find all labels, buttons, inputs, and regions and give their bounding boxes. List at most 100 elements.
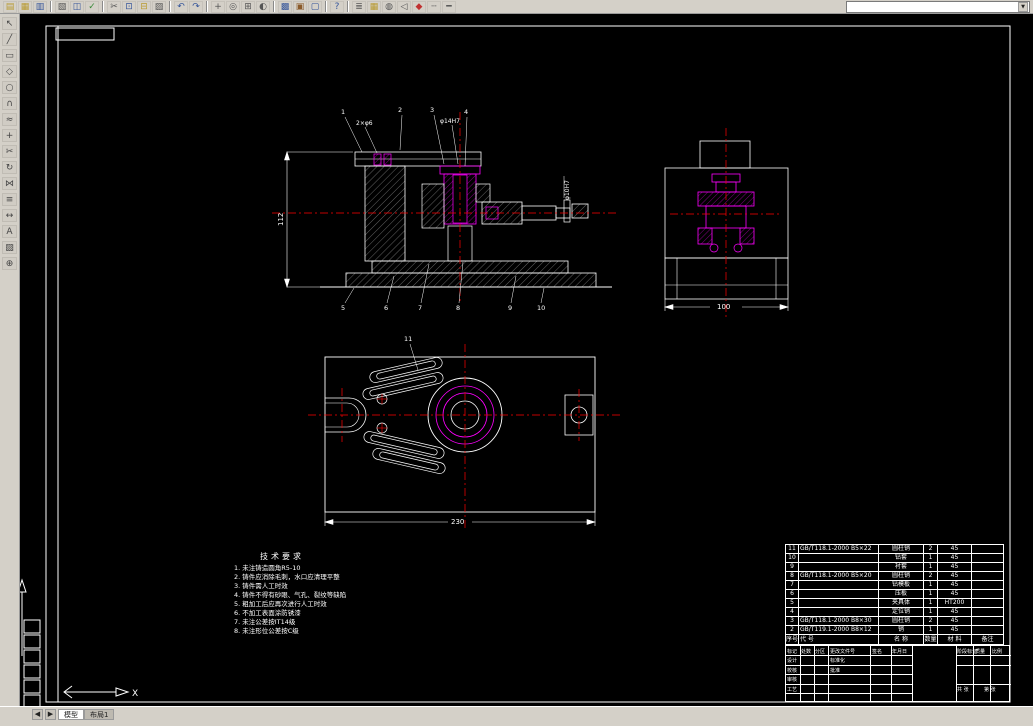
rotate-icon[interactable]: ↻: [2, 161, 17, 174]
balloon-10: 10: [537, 304, 545, 312]
parts-row: 11GB/T118.1-2000 B5×22圆柱销245: [786, 544, 1004, 553]
parts-cell-qty: 1: [924, 589, 938, 598]
lineweight-control-icon[interactable]: ━: [442, 1, 456, 13]
title-block-mark-label: 标记: [787, 648, 797, 655]
parts-cell-note: [972, 562, 1004, 571]
parts-row: 2GB/T119.1-2000 B8×12销145: [786, 625, 1004, 634]
design-center-icon[interactable]: ▣: [293, 1, 307, 13]
tab-nav-prev[interactable]: ◀: [32, 709, 43, 720]
paste-icon[interactable]: ⊟: [137, 1, 151, 13]
balloon-6: 6: [384, 304, 388, 312]
toolbar-separator: [206, 1, 208, 12]
hatch-icon[interactable]: ▨: [2, 241, 17, 254]
parts-cell-qty: 1: [924, 607, 938, 616]
parts-cell-no: 7: [786, 580, 799, 589]
parts-cell-no: 4: [786, 607, 799, 616]
layers-icon[interactable]: ≣: [352, 1, 366, 13]
parts-cell-code: [799, 598, 879, 607]
parts-cell-qty: 1: [924, 580, 938, 589]
polygon-icon[interactable]: ◇: [2, 65, 17, 78]
tab-layout1[interactable]: 布局1: [84, 709, 114, 720]
parts-cell-code: [799, 562, 879, 571]
parts-cell-name: 钻套: [879, 553, 924, 562]
make-object-layer-icon[interactable]: ◍: [382, 1, 396, 13]
parts-cell-name: 钻模板: [879, 580, 924, 589]
select-icon[interactable]: ↖: [2, 17, 17, 30]
parts-cell-qty: 2: [924, 571, 938, 580]
parts-cell-code: [799, 589, 879, 598]
chevron-down-icon[interactable]: ▼: [1018, 2, 1028, 12]
spline-icon[interactable]: ≈: [2, 113, 17, 126]
toolbar-separator: [347, 1, 349, 12]
tech-req-item: 3. 铸件需人工时效: [234, 582, 409, 591]
zoom-realtime-icon[interactable]: ◎: [226, 1, 240, 13]
title-block-change-doc-label: 更改文件号: [830, 648, 855, 655]
cut-icon[interactable]: ✂: [107, 1, 121, 13]
parts-cell-mat: 45: [938, 553, 972, 562]
line-icon[interactable]: ╱: [2, 33, 17, 46]
toolbar-separator: [273, 1, 275, 12]
color-control-icon[interactable]: ◆: [412, 1, 426, 13]
parts-cell-no: 10: [786, 553, 799, 562]
parts-cell-qty: 2: [924, 616, 938, 625]
tab-model[interactable]: 模型: [58, 709, 84, 720]
tool-palettes-icon[interactable]: ▢: [308, 1, 322, 13]
title-block-review-label: 审核: [787, 676, 797, 683]
parts-cell-name: 圆柱销: [879, 616, 924, 625]
trim-icon[interactable]: ✂: [2, 145, 17, 158]
linetype-control-icon[interactable]: ┄: [427, 1, 441, 13]
print-preview-icon[interactable]: ◫: [70, 1, 84, 13]
move-icon[interactable]: +: [2, 129, 17, 142]
rectangle-icon[interactable]: ▭: [2, 49, 17, 62]
balloon-5: 5: [341, 304, 345, 312]
front-view: 112 2×φ6 φ14H7 φ10H7 1 2 3 4 5 6 7 8 9 1…: [272, 106, 618, 312]
title-block-sheet-label: 第 张: [984, 686, 996, 693]
arc-icon[interactable]: ∩: [2, 97, 17, 110]
parts-cell-no: 6: [786, 589, 799, 598]
parts-cell-note: [972, 625, 1004, 634]
plot-icon[interactable]: ▧: [55, 1, 69, 13]
parts-cell-mat: 45: [938, 625, 972, 634]
parts-cell-mat: 45: [938, 616, 972, 625]
match-properties-icon[interactable]: ▨: [152, 1, 166, 13]
circle-icon[interactable]: ○: [2, 81, 17, 94]
toolbar-separator: [169, 1, 171, 12]
pan-icon[interactable]: +: [211, 1, 225, 13]
zoom-window-icon[interactable]: ⊞: [241, 1, 255, 13]
parts-cell-mat: 45: [938, 589, 972, 598]
open-file-icon[interactable]: ▦: [18, 1, 32, 13]
drawing-area[interactable]: X: [20, 14, 1033, 706]
parts-list-header: 序号代 号名 称数量材 料备注: [786, 634, 1004, 644]
properties-icon[interactable]: ▩: [278, 1, 292, 13]
offset-icon[interactable]: ≡: [2, 193, 17, 206]
save-icon[interactable]: ▥: [33, 1, 47, 13]
layer-states-icon[interactable]: ▦: [367, 1, 381, 13]
parts-cell-name: 定位销: [879, 607, 924, 616]
plan-view: 11 230: [308, 335, 620, 529]
mirror-icon[interactable]: ⋈: [2, 177, 17, 190]
layer-previous-icon[interactable]: ◁: [397, 1, 411, 13]
toolbar-separator: [102, 1, 104, 12]
parts-cell-name: 衬套: [879, 562, 924, 571]
title-block-scale-label: 比例: [992, 648, 1002, 655]
parts-cell-qty: 1: [924, 562, 938, 571]
tech-req-item: 4. 铸件不得有砂眼、气孔、裂纹等缺陷: [234, 591, 409, 600]
undo-icon[interactable]: ↶: [174, 1, 188, 13]
dimension-icon[interactable]: ↔: [2, 209, 17, 222]
layer-combo[interactable]: ▼: [846, 1, 1030, 13]
parts-header-cell: 序号: [786, 634, 799, 644]
balloon-9: 9: [508, 304, 512, 312]
parts-cell-note: [972, 598, 1004, 607]
new-file-icon[interactable]: ▤: [3, 1, 17, 13]
spell-check-icon[interactable]: ✓: [85, 1, 99, 13]
title-block-standard-label: 标准化: [830, 657, 845, 664]
text-icon[interactable]: A: [2, 225, 17, 238]
insert-block-icon[interactable]: ⊕: [2, 257, 17, 270]
copy-icon[interactable]: ⊡: [122, 1, 136, 13]
help-icon[interactable]: ?: [330, 1, 344, 13]
parts-cell-note: [972, 571, 1004, 580]
redo-icon[interactable]: ↷: [189, 1, 203, 13]
parts-cell-note: [972, 544, 1004, 553]
zoom-previous-icon[interactable]: ◐: [256, 1, 270, 13]
tab-nav-next[interactable]: ▶: [45, 709, 56, 720]
